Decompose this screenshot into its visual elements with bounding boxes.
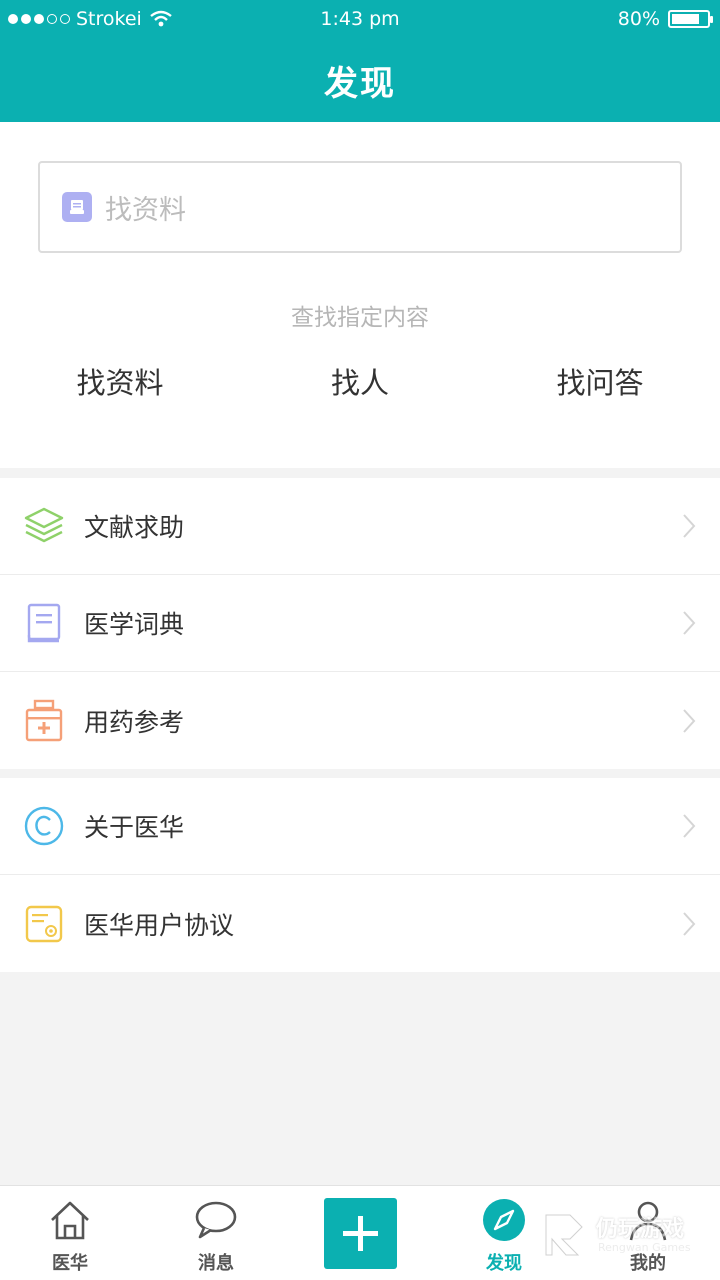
add-button[interactable] xyxy=(324,1198,397,1269)
status-bar: Strokei 1:43 pm 80% xyxy=(0,0,720,40)
book-icon xyxy=(22,601,66,645)
tab-home[interactable]: 医华 xyxy=(0,1186,140,1280)
battery-icon xyxy=(668,10,713,28)
layers-icon xyxy=(22,504,66,548)
chevron-right-icon xyxy=(683,611,696,635)
watermark-logo-icon xyxy=(545,1214,583,1256)
quick-link-people[interactable]: 找人 xyxy=(260,360,460,402)
search-placeholder: 找资料 xyxy=(105,194,186,226)
watermark: 仍玩游戏 Rengwan Games xyxy=(540,1205,710,1265)
home-icon xyxy=(51,1201,89,1240)
status-time: 1:43 pm xyxy=(320,8,400,30)
battery-level xyxy=(672,14,700,24)
watermark-text: 仍玩游戏 xyxy=(596,1217,685,1242)
watermark-subtext: Rengwan Games xyxy=(598,1241,691,1254)
medicine-bottle-icon xyxy=(22,699,66,743)
list-item-literature-help[interactable]: 文献求助 xyxy=(0,478,720,575)
archive-icon xyxy=(62,192,92,222)
status-right: 80% xyxy=(617,8,713,30)
about-list: 关于医华 医华用户协议 xyxy=(0,778,720,972)
chat-bubble-icon xyxy=(195,1201,237,1239)
search-input[interactable]: 找资料 xyxy=(38,161,682,253)
battery-percent: 80% xyxy=(617,8,660,30)
compass-icon xyxy=(483,1199,525,1241)
list-item-label: 医学词典 xyxy=(84,610,185,639)
search-section: 找资料 查找指定内容 找资料 找人 找问答 xyxy=(0,122,720,468)
list-item-about[interactable]: 关于医华 xyxy=(0,778,720,875)
list-item-user-agreement[interactable]: 医华用户协议 xyxy=(0,875,720,972)
list-item-label: 医华用户协议 xyxy=(84,910,235,940)
page-title: 发现 xyxy=(324,64,396,104)
list-item-medical-dictionary[interactable]: 医学词典 xyxy=(0,575,720,672)
list-item-label: 用药参考 xyxy=(84,707,185,737)
quick-link-qa[interactable]: 找问答 xyxy=(500,360,700,402)
chevron-right-icon xyxy=(683,814,696,838)
tab-label: 消息 xyxy=(198,1253,234,1274)
tools-list: 文献求助 医学词典 用药参考 xyxy=(0,478,720,769)
quick-link-materials[interactable]: 找资料 xyxy=(20,360,220,402)
chevron-right-icon xyxy=(683,514,696,538)
certificate-icon xyxy=(22,902,66,946)
list-item-label: 关于医华 xyxy=(84,813,185,842)
chevron-right-icon xyxy=(683,911,696,936)
list-item-label: 文献求助 xyxy=(84,513,185,542)
header-bar: Strokei 1:43 pm 80% 发现 xyxy=(0,0,720,122)
tab-label: 医华 xyxy=(52,1253,88,1274)
tab-messages[interactable]: 消息 xyxy=(146,1186,286,1280)
copyright-icon xyxy=(22,804,66,848)
list-item-drug-reference[interactable]: 用药参考 xyxy=(0,672,720,769)
chevron-right-icon xyxy=(683,708,696,733)
search-hint: 查找指定内容 xyxy=(291,305,429,331)
